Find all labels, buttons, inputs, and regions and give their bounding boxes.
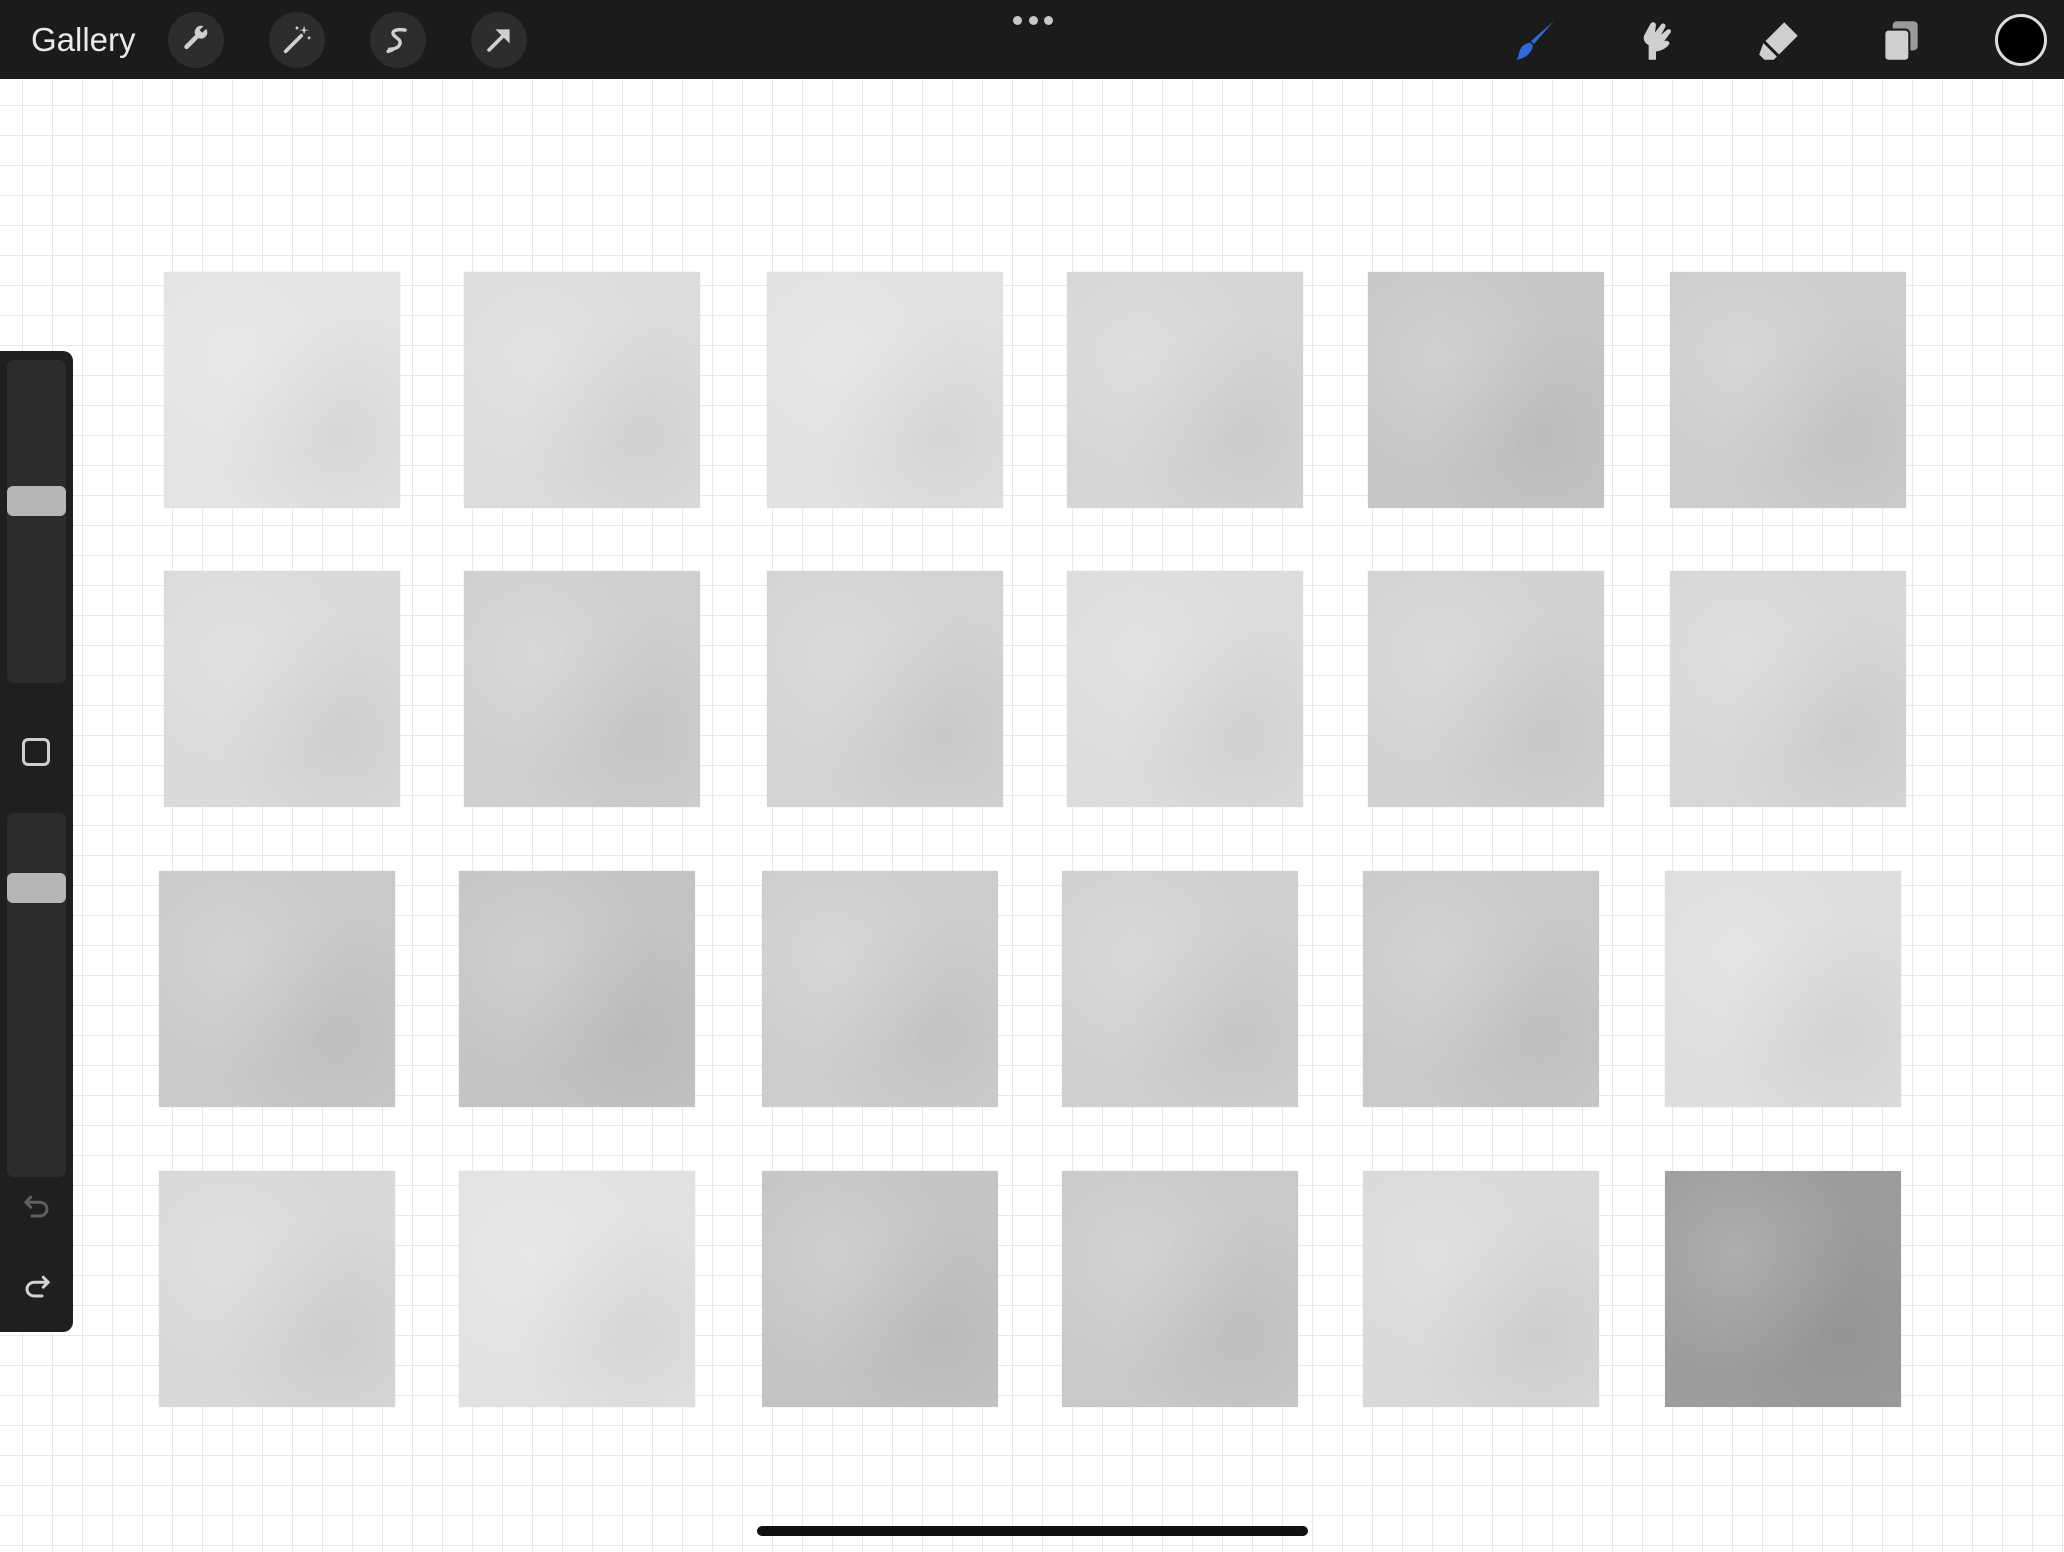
layers-button[interactable] <box>1872 12 1930 70</box>
texture-swatch <box>1067 571 1303 807</box>
texture-swatch <box>164 571 400 807</box>
texture-swatch <box>464 272 700 508</box>
selection-button[interactable] <box>370 12 426 68</box>
more-options-icon[interactable] <box>1013 16 1053 28</box>
texture-swatch <box>159 871 395 1107</box>
texture-swatch <box>767 571 1003 807</box>
texture-swatch <box>1665 871 1901 1107</box>
adjustments-button[interactable] <box>269 12 325 68</box>
texture-swatch <box>464 571 700 807</box>
color-picker-button[interactable] <box>1995 14 2047 66</box>
layers-icon <box>1883 21 1918 62</box>
texture-swatch <box>1670 272 1906 508</box>
brush-opacity-slider-thumb[interactable] <box>7 873 66 904</box>
texture-swatch <box>459 871 695 1107</box>
transform-button[interactable] <box>471 12 527 68</box>
texture-swatch <box>1363 1171 1599 1407</box>
texture-swatch <box>1665 1171 1901 1407</box>
modify-square-icon[interactable] <box>22 738 50 766</box>
texture-swatch <box>767 272 1003 508</box>
undo-icon[interactable] <box>16 1185 58 1227</box>
sidebar <box>0 351 73 1332</box>
brush-tool-button[interactable] <box>1506 12 1564 70</box>
brush-icon <box>1516 21 1554 60</box>
texture-swatch <box>762 871 998 1107</box>
eraser-icon <box>1759 22 1798 60</box>
texture-swatch <box>1368 272 1604 508</box>
top-toolbar: Gallery <box>0 0 2064 79</box>
brush-opacity-slider[interactable] <box>7 813 66 1177</box>
texture-swatch <box>159 1171 395 1407</box>
eraser-tool-button[interactable] <box>1750 12 1808 70</box>
selection-icon <box>386 27 407 54</box>
brush-size-slider[interactable] <box>7 360 66 683</box>
actions-button[interactable] <box>168 12 224 68</box>
drawing-canvas[interactable] <box>0 79 2064 1552</box>
gallery-button[interactable]: Gallery <box>31 20 136 60</box>
texture-swatch <box>1363 871 1599 1107</box>
texture-swatch <box>1062 871 1298 1107</box>
magic-wand-icon <box>283 25 311 54</box>
wrench-icon <box>184 25 208 50</box>
texture-swatch <box>1062 1171 1298 1407</box>
smudge-tool-button[interactable] <box>1628 12 1686 70</box>
transform-arrow-icon <box>487 29 510 52</box>
texture-swatch <box>1368 571 1604 807</box>
brush-size-slider-thumb[interactable] <box>7 485 66 516</box>
home-indicator[interactable] <box>757 1526 1308 1536</box>
texture-swatch <box>1670 571 1906 807</box>
texture-swatch <box>762 1171 998 1407</box>
redo-icon[interactable] <box>16 1265 58 1307</box>
smudge-icon <box>1643 22 1671 60</box>
texture-swatch <box>1067 272 1303 508</box>
texture-swatch <box>164 272 400 508</box>
texture-swatch <box>459 1171 695 1407</box>
